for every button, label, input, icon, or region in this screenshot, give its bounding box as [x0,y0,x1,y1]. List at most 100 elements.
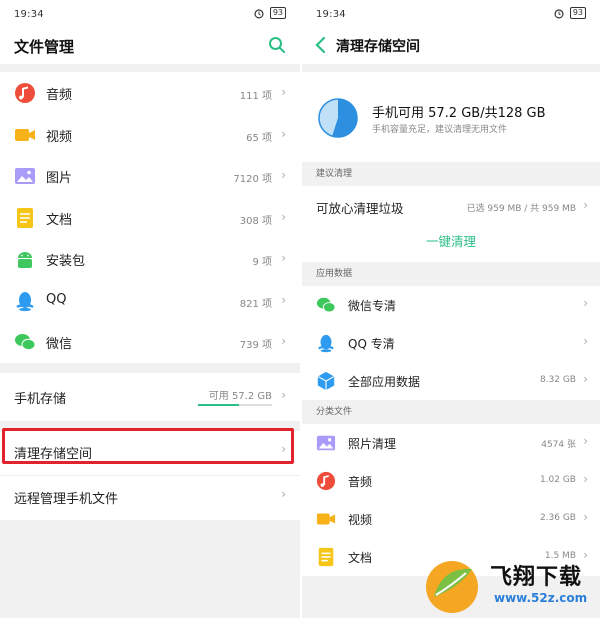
chevron-right-icon: › [281,334,286,348]
chevron-right-icon: › [281,168,286,182]
category-label: 音频 [46,88,73,103]
leaf-logo-icon [426,561,478,613]
chevron-right-icon: › [281,126,286,141]
storage-summary: 手机可用 57.2 GB/共128 GB 手机容量充足，建议清理无用文件 [302,72,600,162]
storage-fill [198,403,239,406]
qq-icon [318,334,334,353]
chevron-right-icon: › [583,372,588,386]
status-time: 19:34 [14,9,44,20]
battery-icon: 93 [569,7,586,19]
music-icon [15,83,35,103]
chevron-right-icon: › [583,472,588,486]
one-key-clean-button[interactable]: 一键清理 [302,226,600,262]
back-arrow-icon[interactable] [314,36,328,54]
watermark: 飞翔下载 www.52z.com [418,557,598,615]
remote-manage-row[interactable]: 远程管理手机文件 › [0,474,300,520]
storage-available: 可用 57.2 GB [208,390,272,402]
junk-info: 已选 959 MB / 共 959 MB [466,204,576,214]
wechat-icon [316,297,336,313]
category-count: 9 项 [252,257,272,268]
file-size: 2.36 GB [539,513,576,523]
section-appdata: 应用数据 [302,262,600,286]
category-count: 308 项 [239,215,272,227]
section-files: 分类文件 [302,400,600,424]
category-wechat[interactable]: 微信 739 项 › [0,321,300,363]
storage-usage-bar: 可用 57.2 GB [198,387,272,406]
category-apk[interactable]: 安装包 9 项 › [0,238,300,280]
category-label: 图片 [46,171,73,186]
video-icon [316,513,336,525]
chevron-right-icon: › [583,296,588,310]
alarm-icon [554,8,564,18]
highlight-box [2,428,294,464]
chevron-right-icon: › [583,334,588,348]
file-label: 视频 [348,513,373,527]
status-bar: 19:34 93 [0,0,300,28]
alarm-icon [254,8,264,18]
app-label: 微信专清 [348,299,397,313]
category-label: 视频 [46,129,73,145]
qq-icon [16,291,34,311]
file-size: 1.02 GB [539,475,576,485]
category-documents[interactable]: 文档 308 项 › [0,196,300,238]
chevron-right-icon: › [281,387,286,402]
category-audio[interactable]: 音频 111 项 › [0,72,300,114]
chevron-right-icon: › [281,251,286,265]
category-label: 安装包 [46,254,86,269]
app-size: 8.32 GB [539,375,576,385]
chevron-right-icon: › [583,198,588,212]
storage-sub-text: 手机容量充足，建议清理无用文件 [372,125,508,135]
watermark-url: www.52z.com [494,591,588,605]
file-label: 音频 [348,475,373,489]
file-photo-clean[interactable]: 照片清理 4574 张 › [302,424,600,462]
app-all-data[interactable]: 全部应用数据 8.32 GB › [302,362,600,400]
file-label: 文档 [348,551,373,565]
category-qq[interactable]: QQ 821 项 › [0,279,300,321]
category-label: 微信 [46,337,73,352]
file-label: 照片清理 [348,437,397,451]
category-label: QQ [46,291,67,307]
cube-icon [317,371,335,391]
app-label: QQ 专清 [348,337,395,351]
image-icon [15,168,35,184]
file-audio[interactable]: 音频 1.02 GB › [302,462,600,500]
app-label: 全部应用数据 [348,375,421,389]
app-qq-clean[interactable]: QQ 专清 › [302,324,600,362]
chevron-right-icon: › [281,486,286,501]
category-count: 7120 项 [233,174,272,185]
phone-storage-row[interactable]: 手机存储 可用 57.2 GB › [0,372,300,421]
category-video[interactable]: 视频 65 项 › [0,113,300,155]
search-icon[interactable] [268,36,286,54]
clean-storage-screen: 19:34 93 清理存储空间 手机可用 57.2 GB/共128 GB 手机容… [302,0,600,618]
watermark-text: 飞翔下载 [490,565,583,590]
category-label: 文档 [46,212,73,228]
category-count: 821 项 [239,298,272,310]
android-icon [18,252,32,268]
chevron-right-icon: › [583,434,588,448]
file-video[interactable]: 视频 2.36 GB › [302,500,600,538]
app-header: 文件管理 [0,28,300,64]
app-wechat-clean[interactable]: 微信专清 › [302,286,600,324]
storage-main-text: 手机可用 57.2 GB/共128 GB [372,106,546,121]
page-title: 清理存储空间 [336,39,420,55]
image-icon [316,435,336,451]
chevron-right-icon: › [281,209,286,224]
app-header: 清理存储空间 [302,28,600,64]
phone-storage-label: 手机存储 [14,391,67,407]
chevron-right-icon: › [281,85,286,99]
status-time: 19:34 [316,9,346,20]
category-count: 111 项 [239,91,272,102]
category-count: 739 项 [239,340,272,351]
document-icon [17,207,33,228]
chevron-right-icon: › [583,510,588,524]
video-icon [15,128,35,141]
storage-pie-chart [318,98,358,138]
category-images[interactable]: 图片 7120 项 › [0,155,300,197]
junk-clean-row[interactable]: 可放心清理垃圾 已选 959 MB / 共 959 MB › [302,186,600,226]
page-title: 文件管理 [14,38,75,56]
wechat-icon [15,334,36,351]
file-manager-screen: 19:34 93 文件管理 音频 111 项 › 视频 65 项 › 图片 71… [0,0,300,618]
junk-label: 可放心清理垃圾 [316,201,404,216]
category-count: 65 项 [246,132,272,144]
category-list: 音频 111 项 › 视频 65 项 › 图片 7120 项 › 文档 308 … [0,72,300,363]
